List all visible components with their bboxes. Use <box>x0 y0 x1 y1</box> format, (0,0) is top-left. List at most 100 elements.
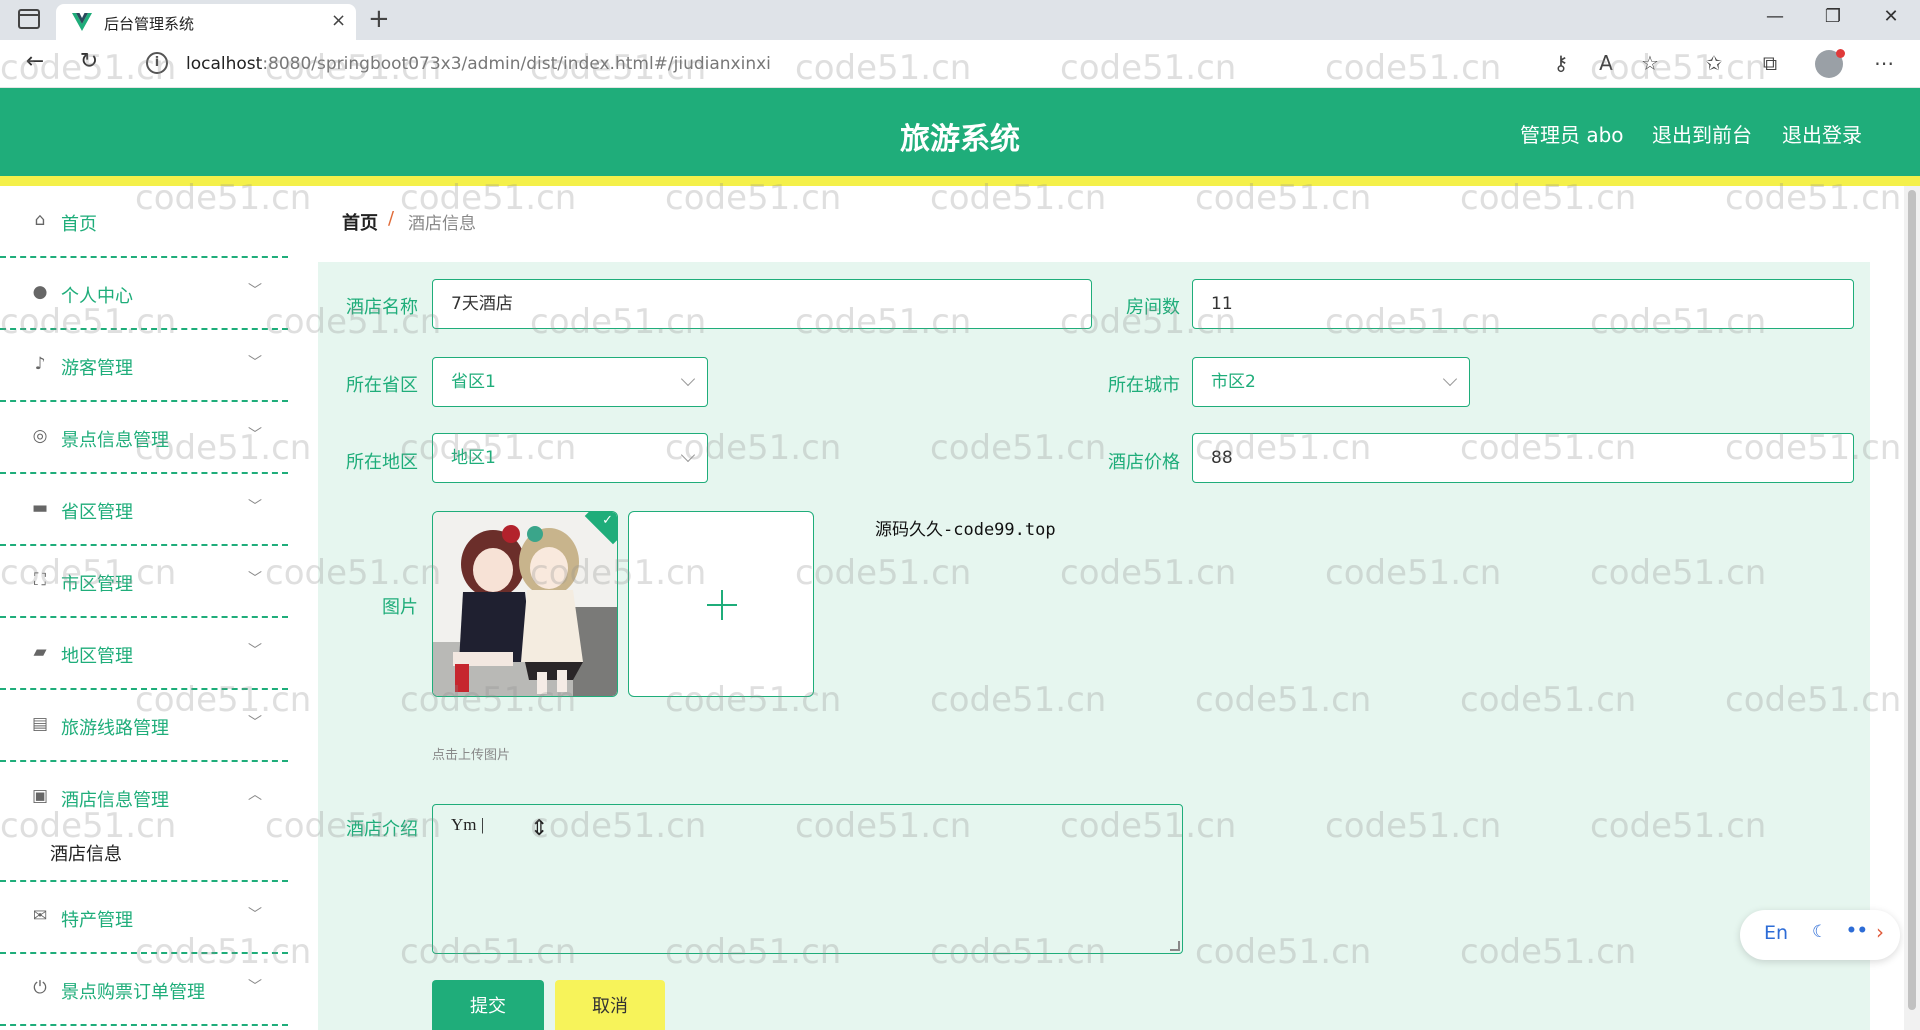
profile-avatar[interactable] <box>1815 49 1845 78</box>
check-icon: ✓ <box>602 513 613 528</box>
chevron-down-icon: ﹀ <box>248 427 262 443</box>
chevron-down-icon: ﹀ <box>248 283 262 299</box>
breadcrumb-current: 酒店信息 <box>408 214 476 234</box>
sidebar-item-home[interactable]: ⌂ 首页 <box>0 186 288 258</box>
key-icon[interactable]: ⚷ <box>1547 51 1575 75</box>
city-select[interactable]: 市区2 <box>1192 357 1470 407</box>
browser-tab-bar: 后台管理系统 × + — ❐ ✕ <box>0 0 1920 40</box>
province-select[interactable]: 省区1 <box>432 357 708 407</box>
breadcrumb-home[interactable]: 首页 <box>342 209 378 235</box>
chevron-down-icon: ﹀ <box>248 715 262 731</box>
header-accent-strip <box>0 176 1920 186</box>
sidebar: ⌂ 首页 ● 个人中心 ﹀ ♪ 游客管理 ﹀ ◎ 景点信息管理 ﹀ ▬ 省区管理… <box>0 186 290 1030</box>
text-cursor-icon: ⇕ <box>530 816 549 841</box>
tab-close-icon[interactable]: × <box>331 10 346 31</box>
upload-add-button[interactable] <box>628 511 814 697</box>
rooms-input[interactable]: 11 <box>1192 279 1854 329</box>
sidebar-item-label: 酒店信息管理 <box>61 790 169 811</box>
sidebar-subitem-label: 酒店信息 <box>50 844 122 865</box>
wallet-icon: ▰ <box>33 642 47 662</box>
sidebar-item-cities[interactable]: ⛶ 市区管理 ﹀ <box>0 546 288 618</box>
anime-girls-image <box>433 512 617 696</box>
vue-logo-icon <box>72 13 92 31</box>
resize-handle-icon[interactable] <box>1170 941 1180 951</box>
moon-icon[interactable]: ☾ <box>1812 922 1827 942</box>
price-input[interactable]: 88 <box>1192 433 1854 483</box>
favorite-add-icon[interactable]: ☆ <box>1636 51 1664 75</box>
chevron-down-icon: ﹀ <box>248 979 262 995</box>
city-value: 市区2 <box>1211 372 1256 392</box>
city-label: 所在城市 <box>1108 375 1180 396</box>
sidebar-item-provinces[interactable]: ▬ 省区管理 ﹀ <box>0 474 288 546</box>
chevron-up-icon: ︿ <box>248 787 262 803</box>
admin-user-label: 管理员 abo <box>1520 123 1624 147</box>
chevron-right-icon[interactable]: › <box>1876 920 1884 944</box>
district-value: 地区1 <box>451 448 496 468</box>
page-scrollbar[interactable] <box>1904 186 1920 1030</box>
sidebar-item-routes[interactable]: ▤ 旅游线路管理 ﹀ <box>0 690 288 762</box>
user-icon: ● <box>32 282 48 302</box>
url-text[interactable]: localhost:8080/springboot073x3/admin/dis… <box>186 54 771 74</box>
cancel-button[interactable]: 取消 <box>555 980 665 1030</box>
sidebar-item-specialties[interactable]: ✉ 特产管理 ﹀ <box>0 882 288 954</box>
submit-button[interactable]: 提交 <box>432 980 544 1030</box>
tab-title: 后台管理系统 <box>104 15 195 33</box>
message-icon: ▬ <box>31 498 49 518</box>
app-title: 旅游系统 <box>900 122 1020 157</box>
compass-icon: ◎ <box>32 426 48 446</box>
site-info-icon[interactable]: i <box>146 52 168 74</box>
sidebar-item-hotels[interactable]: ▣ 酒店信息管理 ︿ 酒店信息 <box>0 762 288 882</box>
intro-label: 酒店介绍 <box>346 819 418 840</box>
sidebar-item-attractions[interactable]: ◎ 景点信息管理 ﹀ <box>0 402 288 474</box>
read-aloud-icon[interactable]: A <box>1592 51 1620 75</box>
url-field[interactable]: i localhost:8080/springboot073x3/admin/d… <box>128 46 1688 82</box>
tab-actions-icon[interactable] <box>18 9 40 29</box>
language-widget[interactable]: En ☾ •• › <box>1740 910 1900 960</box>
browser-tab[interactable]: 后台管理系统 × <box>56 4 356 40</box>
upload-tip: 点击上传图片 <box>432 748 511 763</box>
hotel-name-input[interactable]: 7天酒店 <box>432 279 1092 329</box>
more-icon[interactable]: ⋯ <box>1870 51 1898 75</box>
logout-link[interactable]: 退出登录 <box>1782 119 1862 148</box>
minimize-icon[interactable]: — <box>1760 6 1790 27</box>
province-label: 所在省区 <box>346 375 418 396</box>
chevron-down-icon: ﹀ <box>248 355 262 371</box>
sidebar-item-label: 首页 <box>61 214 97 235</box>
reload-icon[interactable]: ↻ <box>74 49 104 74</box>
sidebar-item-label: 地区管理 <box>61 646 133 667</box>
image-label: 图片 <box>382 597 418 618</box>
plus-icon-stem <box>721 590 723 620</box>
favorites-icon[interactable]: ✩ <box>1700 51 1728 75</box>
scrollbar-thumb[interactable] <box>1908 190 1916 1010</box>
chevron-down-icon <box>680 447 696 463</box>
sidebar-item-visitors[interactable]: ♪ 游客管理 ﹀ <box>0 330 288 402</box>
back-icon[interactable]: ← <box>20 49 50 74</box>
bell-icon: ♪ <box>34 354 46 374</box>
chevron-down-icon: ﹀ <box>248 499 262 515</box>
sidebar-item-districts[interactable]: ▰ 地区管理 ﹀ <box>0 618 288 690</box>
sidebar-item-ticket-orders[interactable]: ⏻ 景点购票订单管理 ﹀ <box>0 954 288 1026</box>
sidebar-item-personal-center[interactable]: ● 个人中心 ﹀ <box>0 258 288 330</box>
mail-icon: ✉ <box>32 906 48 926</box>
restore-icon[interactable]: ❐ <box>1818 6 1848 27</box>
uploaded-image-thumbnail[interactable]: ✓ <box>432 511 618 697</box>
price-label: 酒店价格 <box>1108 452 1180 473</box>
briefcase-icon: ▤ <box>31 714 49 734</box>
sidebar-item-label: 景点信息管理 <box>61 430 169 451</box>
window-close-icon[interactable]: ✕ <box>1876 6 1906 27</box>
province-value: 省区1 <box>451 372 496 392</box>
language-label[interactable]: En <box>1764 922 1788 944</box>
district-label: 所在地区 <box>346 452 418 473</box>
quote-icon[interactable]: •• <box>1846 921 1868 941</box>
fullscreen-icon: ⛶ <box>34 570 46 590</box>
new-tab-icon[interactable]: + <box>368 4 390 34</box>
hotel-name-label: 酒店名称 <box>346 297 418 318</box>
sidebar-subitem-hotel-info[interactable]: 酒店信息 <box>0 828 288 876</box>
back-to-front-link[interactable]: 退出到前台 <box>1652 119 1752 148</box>
district-select[interactable]: 地区1 <box>432 433 708 483</box>
rooms-label: 房间数 <box>1126 297 1180 318</box>
home-icon: ⌂ <box>34 210 46 230</box>
collections-icon[interactable]: ⧉ <box>1756 51 1784 75</box>
chevron-down-icon: ﹀ <box>248 571 262 587</box>
sidebar-item-label: 市区管理 <box>61 574 133 595</box>
